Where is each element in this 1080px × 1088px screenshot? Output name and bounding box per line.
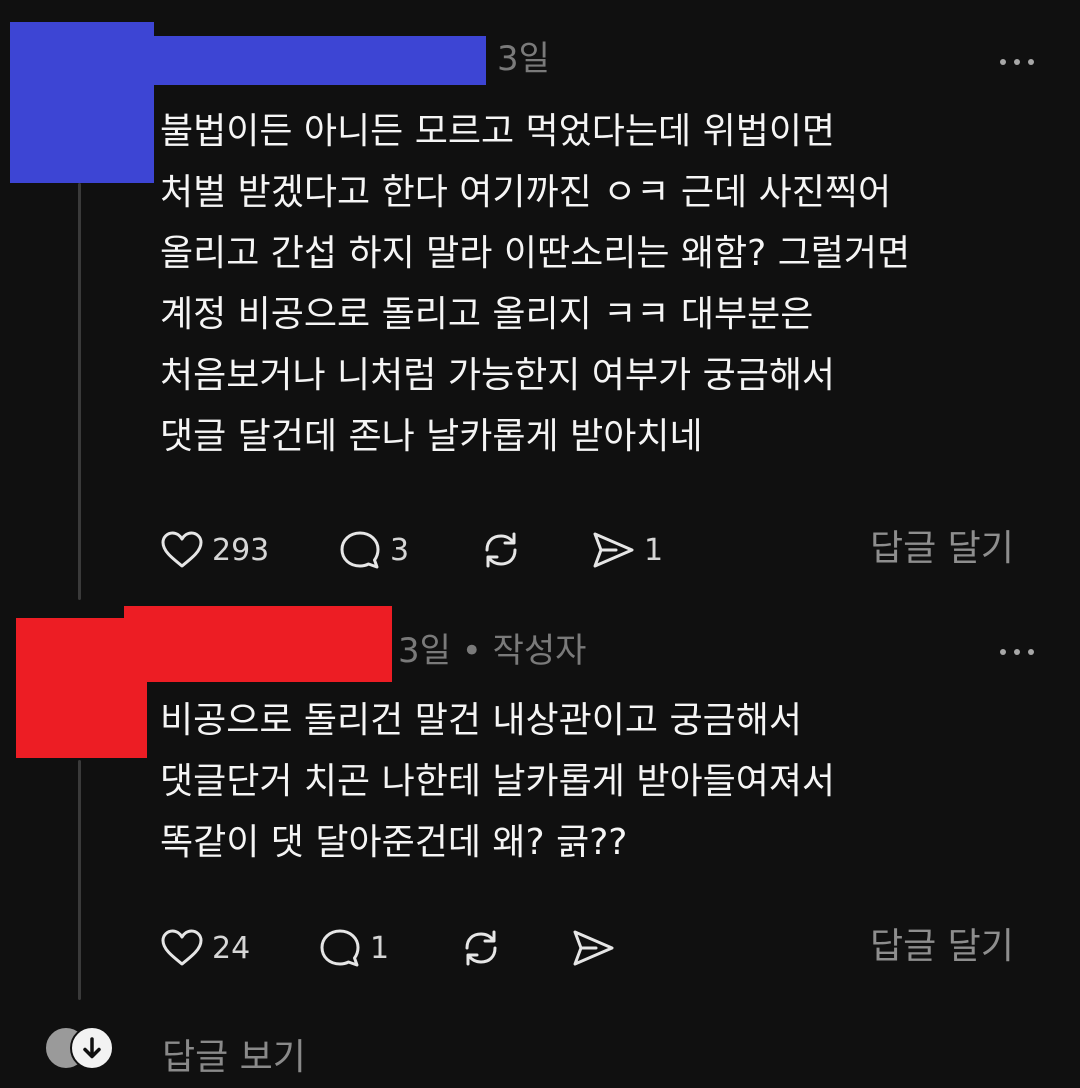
comment-body: 비공으로 돌리건 말건 내상관이고 궁금해서 댓글단거 치곤 나한테 날카롭게 … — [160, 690, 835, 873]
comment-text-line: 불법이든 아니든 모르고 먹었다는데 위법이면 — [160, 111, 836, 152]
comment-timestamp: 3일 — [497, 39, 550, 79]
more-dots-icon[interactable] — [1000, 647, 1036, 657]
redacted-avatar — [10, 22, 154, 183]
reply-count: 3 — [390, 532, 410, 568]
arrow-down-icon — [83, 1037, 101, 1059]
comment-text-line: 비공으로 돌리건 말건 내상관이고 궁금해서 — [160, 700, 802, 741]
reply-avatars — [44, 1026, 116, 1070]
comment-text-line: 올리고 간섭 하지 말라 이딴소리는 왜함? 그럴거면 — [160, 233, 911, 274]
redacted-username — [124, 606, 392, 682]
write-reply-button[interactable]: 답글 달기 — [870, 929, 1014, 965]
repost-button[interactable] — [458, 926, 504, 970]
reply-count-button[interactable]: 3 — [338, 528, 409, 572]
comment-text-line: 처음보거나 니처럼 가능한지 여부가 궁금해서 — [160, 355, 836, 396]
share-count: 1 — [644, 532, 664, 568]
like-button[interactable]: 24 — [160, 926, 250, 970]
view-replies-label[interactable]: 답글 보기 — [162, 1028, 306, 1080]
send-icon — [593, 532, 634, 568]
speech-bubble-icon — [320, 929, 360, 967]
share-button[interactable] — [570, 926, 616, 970]
like-count: 24 — [212, 930, 251, 966]
comment-body: 불법이든 아니든 모르고 먹었다는데 위법이면 처벌 받겠다고 한다 여기까진 … — [160, 101, 910, 467]
comment-text-line: 똑같이 댓 달아준건데 왜? 긁?? — [160, 822, 628, 863]
reply-count: 1 — [370, 930, 390, 966]
reply-count-button[interactable]: 1 — [318, 926, 389, 970]
repost-icon — [465, 930, 497, 966]
heart-icon — [161, 531, 203, 568]
comment-text-line: 댓글 달건데 존나 날카롭게 받아치네 — [160, 416, 703, 457]
thread-connector-line — [78, 183, 81, 600]
more-dots-icon[interactable] — [1000, 57, 1036, 67]
comment-text-line: 댓글단거 치곤 나한테 날카롭게 받아들여져서 — [160, 761, 836, 802]
repost-button[interactable] — [478, 528, 524, 572]
send-icon — [573, 930, 614, 966]
thread-page: 3일 불법이든 아니든 모르고 먹었다는데 위법이면 처벌 받겠다고 한다 여기… — [0, 0, 1080, 1088]
write-reply-button[interactable]: 답글 달기 — [870, 531, 1014, 567]
comment-text-line: 계정 비공으로 돌리고 올리지 ㅋㅋ 대부분은 — [160, 294, 814, 335]
redacted-username — [154, 36, 486, 85]
heart-icon — [161, 929, 203, 966]
share-button[interactable]: 1 — [590, 528, 663, 572]
speech-bubble-icon — [340, 531, 380, 569]
comment-text-line: 처벌 받겠다고 한다 여기까진 ㅇㅋ 근데 사진찍어 — [160, 172, 892, 213]
like-count: 293 — [212, 532, 270, 568]
thread-connector-line — [78, 760, 81, 1000]
expand-replies-badge — [70, 1026, 114, 1070]
comment-timestamp: 3일 • 작성자 — [398, 631, 587, 671]
like-button[interactable]: 293 — [160, 528, 269, 572]
repost-icon — [485, 532, 517, 568]
